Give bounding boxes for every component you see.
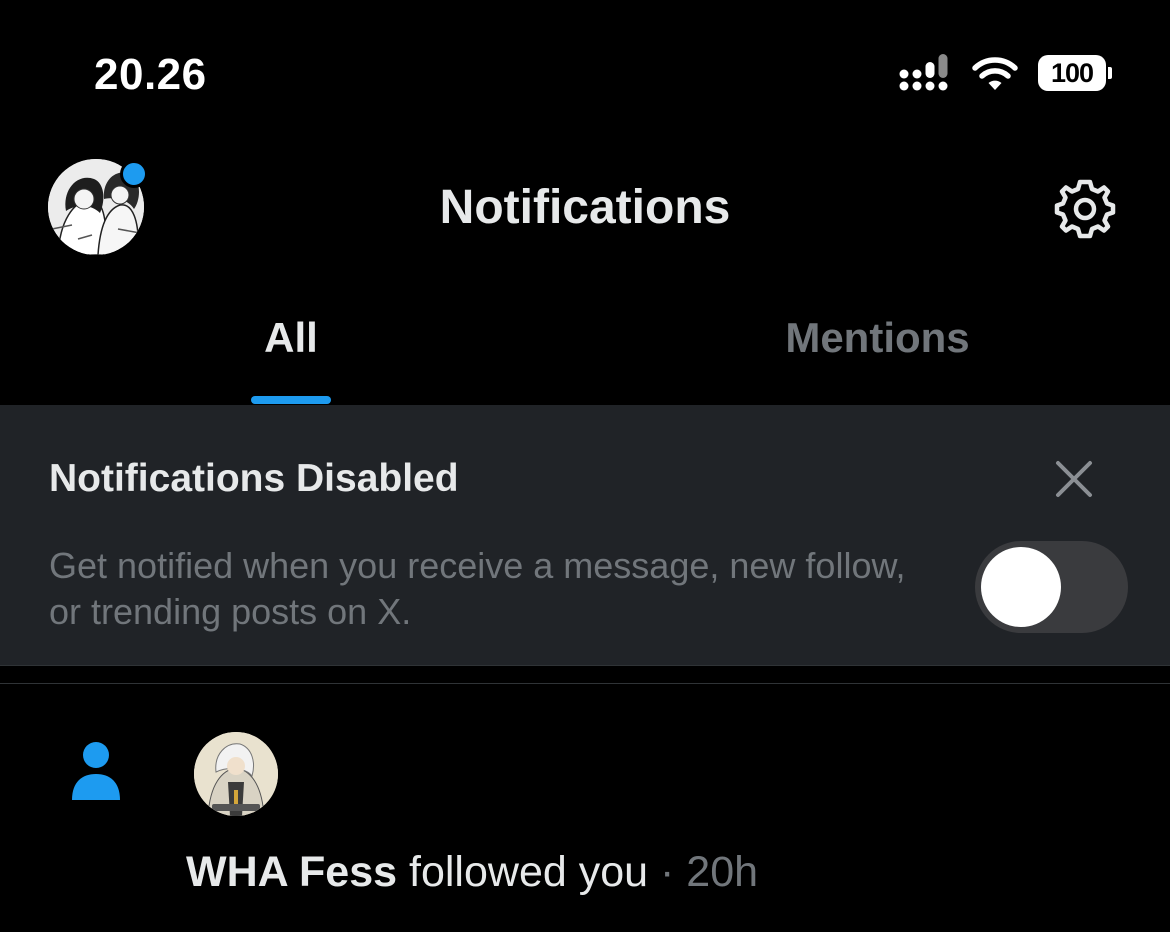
notification-separator: · — [660, 848, 675, 896]
active-tab-indicator — [251, 396, 331, 404]
notifications-disabled-banner: Notifications Disabled Get notified when… — [0, 405, 1170, 666]
notification-text: WHA Fess followed you · 20h — [186, 848, 758, 897]
status-bar: 20.26 100 — [0, 0, 1170, 150]
follower-avatar[interactable] — [194, 732, 278, 816]
battery-level: 100 — [1050, 57, 1094, 88]
toggle-knob — [981, 547, 1061, 627]
tab-mentions[interactable]: Mentions — [585, 314, 1170, 362]
banner-description: Get notified when you receive a message,… — [49, 545, 906, 632]
status-icons: 100 — [898, 52, 1114, 94]
notifications-toggle[interactable] — [975, 541, 1128, 633]
header: Notifications — [0, 150, 1170, 270]
status-time: 20.26 — [94, 50, 207, 99]
close-icon[interactable] — [1052, 457, 1096, 501]
banner-title: Notifications Disabled — [49, 457, 459, 500]
wifi-icon — [972, 57, 1018, 90]
notification-user[interactable]: WHA Fess — [186, 848, 397, 896]
tab-bar: All Mentions — [0, 290, 1170, 405]
tab-all[interactable]: All — [0, 314, 582, 362]
battery-icon: 100 — [1038, 53, 1114, 93]
gear-icon[interactable] — [1052, 176, 1118, 242]
page-title: Notifications — [439, 181, 731, 234]
person-icon — [72, 742, 120, 800]
notification-time: 20h — [686, 848, 759, 896]
notification-action: followed you — [409, 848, 649, 896]
signal-icon — [899, 54, 948, 91]
follower-avatar-image — [194, 732, 278, 816]
notification-item[interactable]: WHA Fess followed you · 20h — [0, 684, 1170, 932]
notifications-screen: 20.26 100 Notifications All Mentions Not… — [0, 0, 1170, 932]
